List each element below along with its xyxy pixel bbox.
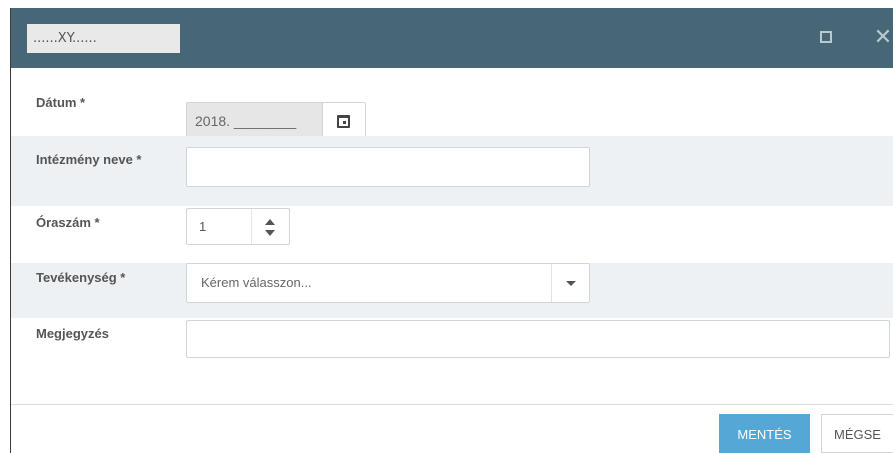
stepper-up-icon[interactable] bbox=[265, 219, 275, 225]
form-row-date: Dátum * 2018. ________ bbox=[11, 68, 893, 138]
institution-label: Intézmény neve * bbox=[36, 152, 142, 167]
form-row-activity: Tevékenység * Kérem válasszon... bbox=[11, 263, 893, 318]
save-button[interactable]: MENTÉS bbox=[719, 414, 810, 453]
hours-label: Óraszám * bbox=[36, 215, 100, 230]
footer-divider bbox=[11, 404, 893, 405]
chevron-down-icon[interactable] bbox=[566, 281, 576, 286]
date-value: 2018. ________ bbox=[187, 103, 322, 137]
form-row-institution: Intézmény neve * bbox=[11, 136, 893, 206]
dialog-title: ......XY...... bbox=[27, 24, 180, 53]
cancel-button[interactable]: MÉGSE bbox=[821, 414, 893, 453]
activity-placeholder: Kérem válasszon... bbox=[201, 275, 312, 290]
dialog: ......XY...... ✕ Dátum * 2018. ________ … bbox=[10, 8, 893, 453]
select-separator bbox=[551, 264, 552, 302]
activity-select[interactable]: Kérem válasszon... bbox=[186, 263, 590, 303]
form-row-note: Megjegyzés bbox=[11, 318, 893, 378]
activity-label: Tevékenység * bbox=[36, 270, 126, 285]
date-field[interactable]: 2018. ________ bbox=[186, 102, 366, 138]
institution-input[interactable] bbox=[186, 147, 590, 187]
note-label: Megjegyzés bbox=[36, 326, 109, 341]
hours-value: 1 bbox=[199, 219, 207, 234]
hours-stepper[interactable]: 1 bbox=[186, 208, 290, 245]
form-row-hours: Óraszám * 1 bbox=[11, 206, 893, 263]
page: ......XY...... ✕ Dátum * 2018. ________ … bbox=[0, 0, 893, 453]
calendar-icon[interactable] bbox=[337, 115, 350, 128]
maximize-icon[interactable] bbox=[820, 31, 832, 43]
dialog-header: ......XY...... ✕ bbox=[11, 8, 893, 68]
date-separator bbox=[322, 103, 323, 137]
close-icon[interactable]: ✕ bbox=[873, 24, 893, 52]
stepper-separator bbox=[251, 209, 252, 244]
date-label: Dátum * bbox=[36, 95, 86, 110]
note-input[interactable] bbox=[186, 320, 890, 358]
stepper-down-icon[interactable] bbox=[265, 230, 275, 236]
